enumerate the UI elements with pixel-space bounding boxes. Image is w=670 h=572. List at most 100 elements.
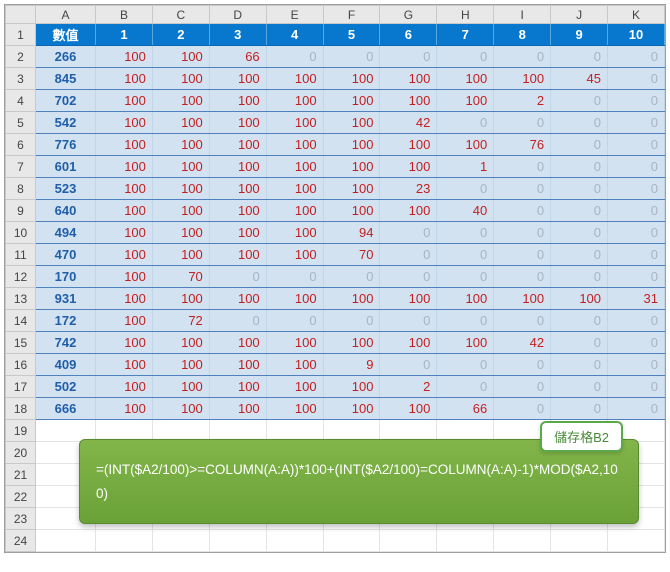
data-cell[interactable]: 100 (152, 376, 209, 398)
data-cell[interactable]: 100 (323, 288, 380, 310)
data-cell[interactable]: 100 (437, 332, 494, 354)
data-cell[interactable]: 70 (323, 244, 380, 266)
col-A[interactable]: A (36, 6, 96, 24)
data-cell[interactable]: 100 (323, 398, 380, 420)
data-cell[interactable]: 0 (494, 398, 551, 420)
data-cell[interactable]: 0 (608, 90, 665, 112)
value-cell[interactable]: 666 (36, 398, 96, 420)
empty-cell[interactable] (494, 530, 551, 552)
data-cell[interactable]: 2 (494, 90, 551, 112)
data-cell[interactable]: 100 (437, 134, 494, 156)
data-cell[interactable]: 100 (209, 178, 266, 200)
header-num-cell[interactable]: 7 (437, 24, 494, 46)
data-cell[interactable]: 23 (380, 178, 437, 200)
header-num-cell[interactable]: 2 (152, 24, 209, 46)
select-all-corner[interactable] (6, 6, 36, 24)
data-cell[interactable]: 0 (608, 266, 665, 288)
data-cell[interactable]: 42 (494, 332, 551, 354)
data-cell[interactable]: 100 (323, 156, 380, 178)
header-num-cell[interactable]: 3 (209, 24, 266, 46)
row-4[interactable]: 4 (6, 90, 36, 112)
data-cell[interactable]: 100 (266, 376, 323, 398)
data-cell[interactable]: 0 (437, 310, 494, 332)
data-cell[interactable]: 100 (266, 156, 323, 178)
data-cell[interactable]: 0 (608, 244, 665, 266)
data-cell[interactable]: 100 (266, 200, 323, 222)
data-cell[interactable]: 100 (380, 200, 437, 222)
data-cell[interactable]: 100 (209, 156, 266, 178)
data-cell[interactable]: 100 (266, 354, 323, 376)
data-cell[interactable]: 100 (380, 134, 437, 156)
data-cell[interactable]: 100 (152, 90, 209, 112)
data-cell[interactable]: 0 (494, 178, 551, 200)
data-cell[interactable]: 100 (96, 134, 153, 156)
data-cell[interactable]: 0 (437, 222, 494, 244)
value-cell[interactable]: 409 (36, 354, 96, 376)
data-cell[interactable]: 100 (96, 354, 153, 376)
data-cell[interactable]: 100 (266, 288, 323, 310)
data-cell[interactable]: 100 (152, 112, 209, 134)
data-cell[interactable]: 0 (551, 112, 608, 134)
row-22[interactable]: 22 (6, 486, 36, 508)
data-cell[interactable]: 0 (608, 46, 665, 68)
data-cell[interactable]: 0 (494, 112, 551, 134)
data-cell[interactable]: 100 (96, 266, 153, 288)
data-cell[interactable]: 100 (152, 46, 209, 68)
data-cell[interactable]: 100 (323, 90, 380, 112)
data-cell[interactable]: 0 (437, 178, 494, 200)
data-cell[interactable]: 100 (96, 332, 153, 354)
value-cell[interactable]: 470 (36, 244, 96, 266)
data-cell[interactable]: 0 (323, 310, 380, 332)
data-cell[interactable]: 2 (380, 376, 437, 398)
data-cell[interactable]: 100 (323, 134, 380, 156)
data-cell[interactable]: 0 (551, 310, 608, 332)
row-19[interactable]: 19 (6, 420, 36, 442)
data-cell[interactable]: 100 (266, 112, 323, 134)
data-cell[interactable]: 0 (551, 332, 608, 354)
data-cell[interactable]: 0 (608, 68, 665, 90)
data-cell[interactable]: 0 (551, 156, 608, 178)
empty-cell[interactable] (152, 530, 209, 552)
data-cell[interactable]: 100 (96, 222, 153, 244)
data-cell[interactable]: 100 (96, 398, 153, 420)
data-cell[interactable]: 0 (266, 310, 323, 332)
header-num-cell[interactable]: 1 (96, 24, 153, 46)
data-cell[interactable]: 0 (608, 178, 665, 200)
data-cell[interactable]: 100 (152, 68, 209, 90)
col-C[interactable]: C (152, 6, 209, 24)
data-cell[interactable]: 100 (209, 222, 266, 244)
data-cell[interactable]: 0 (551, 244, 608, 266)
data-cell[interactable]: 0 (380, 266, 437, 288)
data-cell[interactable]: 100 (209, 200, 266, 222)
value-cell[interactable]: 523 (36, 178, 96, 200)
empty-cell[interactable] (380, 530, 437, 552)
col-H[interactable]: H (437, 6, 494, 24)
data-cell[interactable]: 45 (551, 68, 608, 90)
data-cell[interactable]: 100 (152, 288, 209, 310)
data-cell[interactable]: 0 (494, 354, 551, 376)
data-cell[interactable]: 0 (551, 200, 608, 222)
data-cell[interactable]: 100 (266, 134, 323, 156)
data-cell[interactable]: 0 (380, 222, 437, 244)
data-cell[interactable]: 100 (96, 178, 153, 200)
data-cell[interactable]: 100 (380, 288, 437, 310)
data-cell[interactable]: 100 (152, 200, 209, 222)
data-cell[interactable]: 100 (96, 46, 153, 68)
data-cell[interactable]: 100 (380, 156, 437, 178)
value-cell[interactable]: 170 (36, 266, 96, 288)
data-cell[interactable]: 0 (608, 134, 665, 156)
row-8[interactable]: 8 (6, 178, 36, 200)
data-cell[interactable]: 100 (96, 310, 153, 332)
row-9[interactable]: 9 (6, 200, 36, 222)
header-num-cell[interactable]: 4 (266, 24, 323, 46)
data-cell[interactable]: 0 (494, 200, 551, 222)
data-cell[interactable]: 100 (152, 178, 209, 200)
data-cell[interactable]: 31 (608, 288, 665, 310)
data-cell[interactable]: 100 (152, 398, 209, 420)
value-cell[interactable]: 266 (36, 46, 96, 68)
data-cell[interactable]: 100 (437, 90, 494, 112)
row-7[interactable]: 7 (6, 156, 36, 178)
empty-cell[interactable] (551, 530, 608, 552)
row-16[interactable]: 16 (6, 354, 36, 376)
data-cell[interactable]: 0 (551, 354, 608, 376)
